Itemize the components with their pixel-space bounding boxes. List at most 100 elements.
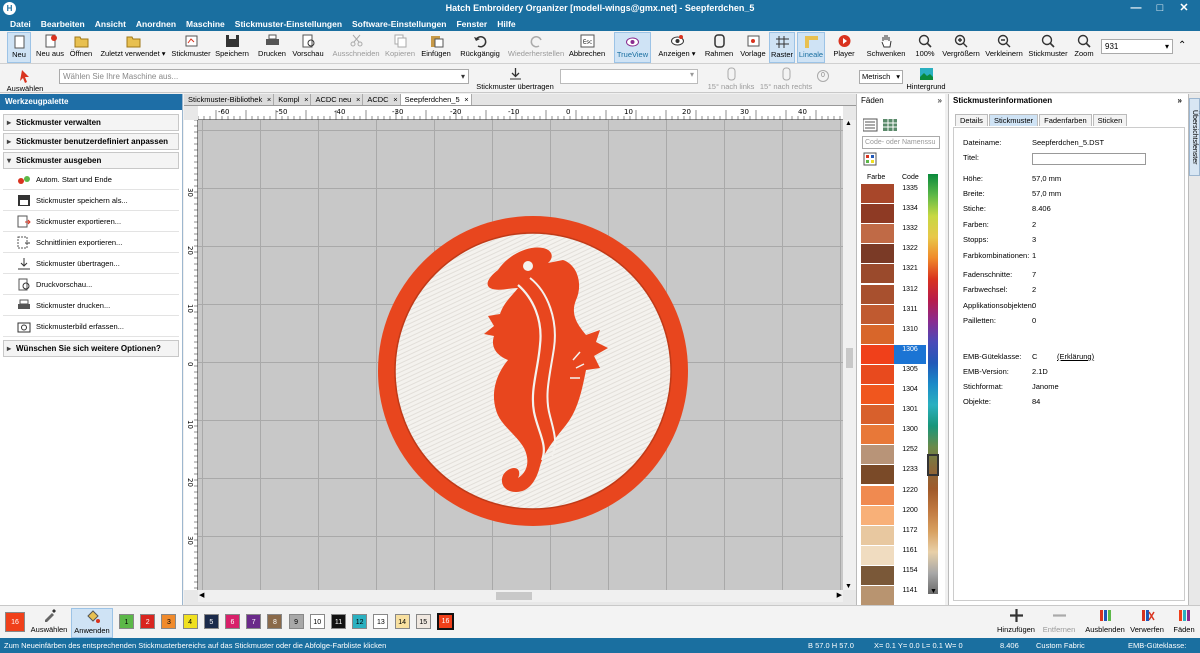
horizontal-scrollbar[interactable]: ◀ ▶ <box>198 590 843 602</box>
minimize-button[interactable]: — <box>1124 0 1148 17</box>
save-as-item[interactable]: Stickmuster speichern als... <box>3 190 179 211</box>
preview-button[interactable]: Vorschau <box>291 32 325 63</box>
thread-row[interactable]: 1335 <box>861 184 926 204</box>
seahorse-patch-design[interactable] <box>198 120 843 590</box>
zoom-to-design-button[interactable]: Stickmuster <box>1027 32 1069 63</box>
zoom-out-button[interactable]: Verkleinern <box>984 32 1024 63</box>
overview-window-tab[interactable]: Übersichtsfenster <box>1189 98 1200 176</box>
recent-dropdown[interactable]: Zuletzt verwendet ▾ <box>100 32 166 63</box>
color-chip[interactable]: 12 <box>352 614 368 629</box>
thread-row[interactable]: 1304 <box>861 385 926 405</box>
thread-row[interactable]: 1172 <box>861 525 926 546</box>
zoom-in-button[interactable]: Vergrößern <box>942 32 980 63</box>
color-chip[interactable]: 11 <box>331 614 346 629</box>
transfer-button[interactable]: Stickmuster übertragen <box>475 65 555 96</box>
toolbar-collapse-icon[interactable]: ⌃ <box>1178 40 1186 51</box>
new-button[interactable]: Neu <box>7 32 31 63</box>
add-thread-button[interactable]: Hinzufügen <box>995 608 1037 634</box>
redo-button[interactable]: Wiederherstellen <box>507 32 565 63</box>
capture-image-item[interactable]: Stickmusterbild erfassen... <box>3 316 179 337</box>
thread-row[interactable]: 1305 <box>861 364 926 385</box>
vertical-scroll-thumb[interactable] <box>846 348 853 368</box>
hide-button[interactable]: Ausblenden <box>1084 608 1126 634</box>
tab-library[interactable]: Stickmuster-Bibliothek × <box>184 94 275 105</box>
color-chip[interactable]: 9 <box>288 614 304 629</box>
cut-button[interactable]: Ausschneiden <box>331 32 381 63</box>
print-button[interactable]: Drucken <box>257 32 287 63</box>
scroll-up-icon[interactable]: ▲ <box>845 120 852 127</box>
open-button[interactable]: Öffnen <box>67 32 95 63</box>
template-button[interactable]: Vorlage <box>738 32 768 63</box>
discard-button[interactable]: Verwerfen <box>1129 608 1165 634</box>
section-customize[interactable]: Stickmuster benutzerdefiniert anpassen <box>3 133 179 150</box>
player-button[interactable]: Player <box>830 32 858 63</box>
auto-start-end-item[interactable]: Autom. Start und Ende <box>3 169 179 190</box>
menu-datei[interactable]: Datei <box>10 17 31 31</box>
thread-code-search[interactable]: Code- oder Namenssu <box>862 136 940 149</box>
color-chip[interactable]: 5 <box>203 614 219 629</box>
zoom-level-input[interactable]: 931 ▾ <box>1101 39 1173 54</box>
thread-row[interactable]: 1233 <box>861 465 926 486</box>
menu-stickmuster-einstellungen[interactable]: Stickmuster-Einstellungen <box>235 17 342 31</box>
rotate-right-button[interactable]: 15° nach rechts <box>758 65 814 96</box>
rotate-angle-input[interactable]: 0 <box>817 70 829 82</box>
color-chip[interactable]: 10 <box>309 614 325 629</box>
new-from-button[interactable]: Neu aus <box>35 32 65 63</box>
units-select[interactable]: Metrisch ▾ <box>859 70 903 84</box>
color-chip[interactable]: 3 <box>161 614 177 629</box>
zoom-100-button[interactable]: 100% <box>913 32 937 63</box>
tab-sticken[interactable]: Sticken <box>1092 114 1128 126</box>
menu-bearbeiten[interactable]: Bearbeiten <box>41 17 85 31</box>
thread-row[interactable]: 1311 <box>861 304 926 325</box>
explanation-link[interactable]: (Erklärung) <box>1057 352 1094 361</box>
scroll-down-icon[interactable]: ▼ <box>930 588 937 595</box>
thread-row[interactable]: 1322 <box>861 244 926 265</box>
menu-hilfe[interactable]: Hilfe <box>497 17 515 31</box>
color-chip[interactable]: 13 <box>373 614 389 629</box>
tab-fadenfarben[interactable]: Fadenfarben <box>1039 114 1092 126</box>
menu-ansicht[interactable]: Ansicht <box>95 17 126 31</box>
remove-thread-button[interactable]: Entfernen <box>1040 608 1078 634</box>
pan-button[interactable]: Schwenken <box>866 32 906 63</box>
thread-row[interactable]: 1161 <box>861 545 926 566</box>
section-manage[interactable]: Stickmuster verwalten <box>3 114 179 131</box>
embroidery-button[interactable]: Stickmuster <box>170 32 212 63</box>
save-button[interactable]: Speichern <box>214 32 250 63</box>
panel-collapse-icon[interactable]: » <box>938 94 942 108</box>
color-chip[interactable]: 1 <box>119 614 134 629</box>
section-output[interactable]: Stickmuster ausgeben <box>3 152 179 169</box>
paste-button[interactable]: Einfügen <box>420 32 452 63</box>
scroll-right-icon[interactable]: ▶ <box>837 591 842 599</box>
thread-row[interactable]: 1310 <box>861 324 926 345</box>
scroll-down-icon[interactable]: ▼ <box>845 583 852 590</box>
thread-chart-icon[interactable] <box>863 152 877 166</box>
menu-software-einstellungen[interactable]: Software-Einstellungen <box>352 17 446 31</box>
undo-button[interactable]: Rückgängig <box>459 32 501 63</box>
thread-row[interactable]: 1312 <box>861 284 926 305</box>
thread-row[interactable]: 1306 <box>861 344 926 365</box>
thread-row[interactable]: 1141 <box>861 586 926 606</box>
horizontal-scroll-thumb[interactable] <box>496 592 532 600</box>
tab-kompl[interactable]: Kompl × <box>274 94 312 105</box>
menu-maschine[interactable]: Maschine <box>186 17 225 31</box>
thread-row[interactable]: 1332 <box>861 224 926 245</box>
tab-acdc[interactable]: ACDC × <box>363 94 401 105</box>
color-chip[interactable]: 8 <box>267 614 283 629</box>
close-icon[interactable]: × <box>304 94 308 105</box>
tab-details[interactable]: Details <box>955 114 988 126</box>
thread-row[interactable]: 1200 <box>861 505 926 526</box>
design-grid[interactable] <box>198 120 843 590</box>
scroll-left-icon[interactable]: ◀ <box>199 591 204 599</box>
machine-select[interactable]: Wählen Sie Ihre Maschine aus... ▾ <box>59 69 469 84</box>
copy-button[interactable]: Kopieren <box>385 32 415 63</box>
color-chip[interactable]: 2 <box>140 614 156 629</box>
color-chip[interactable]: 4 <box>182 614 198 629</box>
thread-palette-strip[interactable] <box>928 174 938 594</box>
color-chip[interactable]: 7 <box>246 614 262 629</box>
close-icon[interactable]: × <box>356 94 360 105</box>
export-item[interactable]: Stickmuster exportieren... <box>3 211 179 232</box>
grid-toggle[interactable]: Raster <box>769 32 795 63</box>
close-button[interactable]: ✕ <box>1172 0 1196 17</box>
tab-seepferdchen[interactable]: Seepferdchen_5 × <box>400 94 472 105</box>
print-item[interactable]: Stickmuster drucken... <box>3 295 179 316</box>
